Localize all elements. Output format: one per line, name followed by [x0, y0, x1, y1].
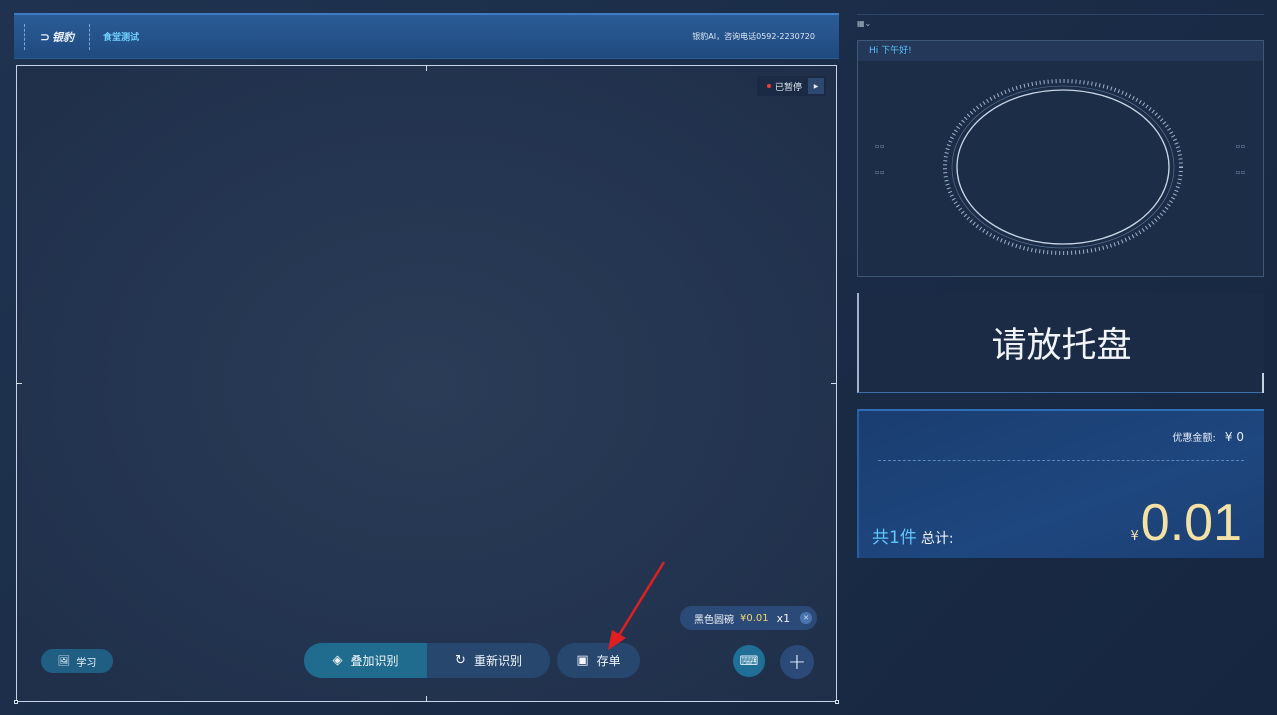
recognized-item-chip[interactable]: 黑色圆碗 ¥0.01 x1 ✕ — [680, 606, 817, 630]
right-divider — [857, 14, 1264, 15]
frame-tick-top — [426, 65, 427, 71]
action-button-group: ◈ 叠加识别 ↻ 重新识别 ▣ 存单 — [304, 643, 640, 678]
overlay-recognize-label: 叠加识别 — [350, 654, 399, 668]
keyboard-button[interactable]: ⌨ — [733, 645, 765, 677]
camera-view: 已暂停 ▶ 黑色圆碗 ¥0.01 x1 ✕ 🖼 学习 ◈ 叠加识别 ↻ 重新识别… — [14, 65, 839, 704]
frame-marker-icon: ▫▫ — [1235, 143, 1246, 150]
frame-corner-br — [835, 700, 839, 704]
plus-icon: + — [787, 649, 807, 675]
frame-marker-icon: ▫▫ — [1235, 169, 1246, 176]
status-message: 请放托盘 — [991, 326, 1132, 366]
overlay-recognize-button[interactable]: ◈ 叠加识别 — [304, 643, 427, 678]
frame-tick-bottom — [426, 696, 427, 702]
total-label: 总计: — [920, 531, 954, 547]
camera-status-text: 已暂停 — [774, 82, 802, 93]
item-qty: x1 — [776, 611, 791, 625]
greeting-text: Hi 下午好! — [858, 41, 1263, 61]
discount-amount: ¥ 0 — [1224, 430, 1244, 444]
learn-button[interactable]: 🖼 学习 — [41, 649, 113, 673]
item-count-text: 共1件 — [872, 528, 917, 548]
total-amount: 0.01 — [1140, 494, 1242, 552]
frame-marker-icon: ▫▫ — [875, 169, 886, 176]
learn-label: 学习 — [76, 657, 97, 669]
frame-corner-bl — [14, 700, 18, 704]
keyboard-icon: ⌨ — [739, 653, 759, 669]
logo-swoosh-icon: ⊃ — [39, 30, 51, 44]
frame-tick-right — [831, 383, 837, 384]
total-panel: 优惠金额: ¥ 0 共1件 总计: ¥ 0.01 — [857, 409, 1264, 558]
re-recognize-label: 重新识别 — [473, 654, 522, 668]
item-price: ¥0.01 — [740, 612, 769, 624]
store-name: 食堂测试 — [103, 33, 140, 43]
discount-row: 优惠金额: ¥ 0 — [1172, 429, 1244, 444]
discount-label: 优惠金额: — [1172, 433, 1216, 444]
panel-toggle-icon[interactable]: ▦⌄ — [857, 19, 871, 28]
currency-symbol: ¥ — [1130, 529, 1139, 544]
remove-item-icon[interactable]: ✕ — [800, 612, 812, 624]
refresh-icon: ↻ — [455, 653, 466, 668]
logo-text: 银豹 — [52, 31, 75, 44]
header-bar: ⊃ 银豹 食堂测试 银豹AI，咨询电话0592-2230720 — [14, 13, 839, 59]
frame-tick-left — [16, 383, 22, 384]
re-recognize-button[interactable]: ↻ 重新识别 — [427, 643, 550, 678]
add-button[interactable]: + — [780, 645, 814, 679]
item-name: 黑色圆碗 — [694, 614, 734, 626]
annotation-arrow-icon — [608, 561, 666, 650]
scan-oval-icon — [943, 79, 1183, 255]
camera-status-tag: 已暂停 ▶ — [756, 76, 826, 96]
total-price: ¥ 0.01 — [1131, 493, 1243, 553]
status-message-panel: 请放托盘 — [857, 293, 1264, 393]
dashed-divider — [878, 460, 1244, 461]
clipboard-icon: ▣ — [576, 653, 589, 668]
status-dot-icon — [766, 84, 771, 88]
item-count: 共1件 总计: — [872, 523, 954, 548]
greeting-panel: Hi 下午好! ▫▫ ▫▫ ▫▫ ▫▫ — [857, 40, 1264, 277]
image-icon: 🖼 — [57, 655, 71, 667]
frame-marker-icon: ▫▫ — [875, 143, 886, 150]
panel-edge-bar — [1262, 373, 1264, 393]
brand-logo: ⊃ 银豹 — [24, 24, 90, 50]
contact-info: 银豹AI，咨询电话0592-2230720 — [692, 32, 815, 41]
layers-icon: ◈ — [332, 653, 343, 668]
play-button[interactable]: ▶ — [808, 78, 824, 94]
